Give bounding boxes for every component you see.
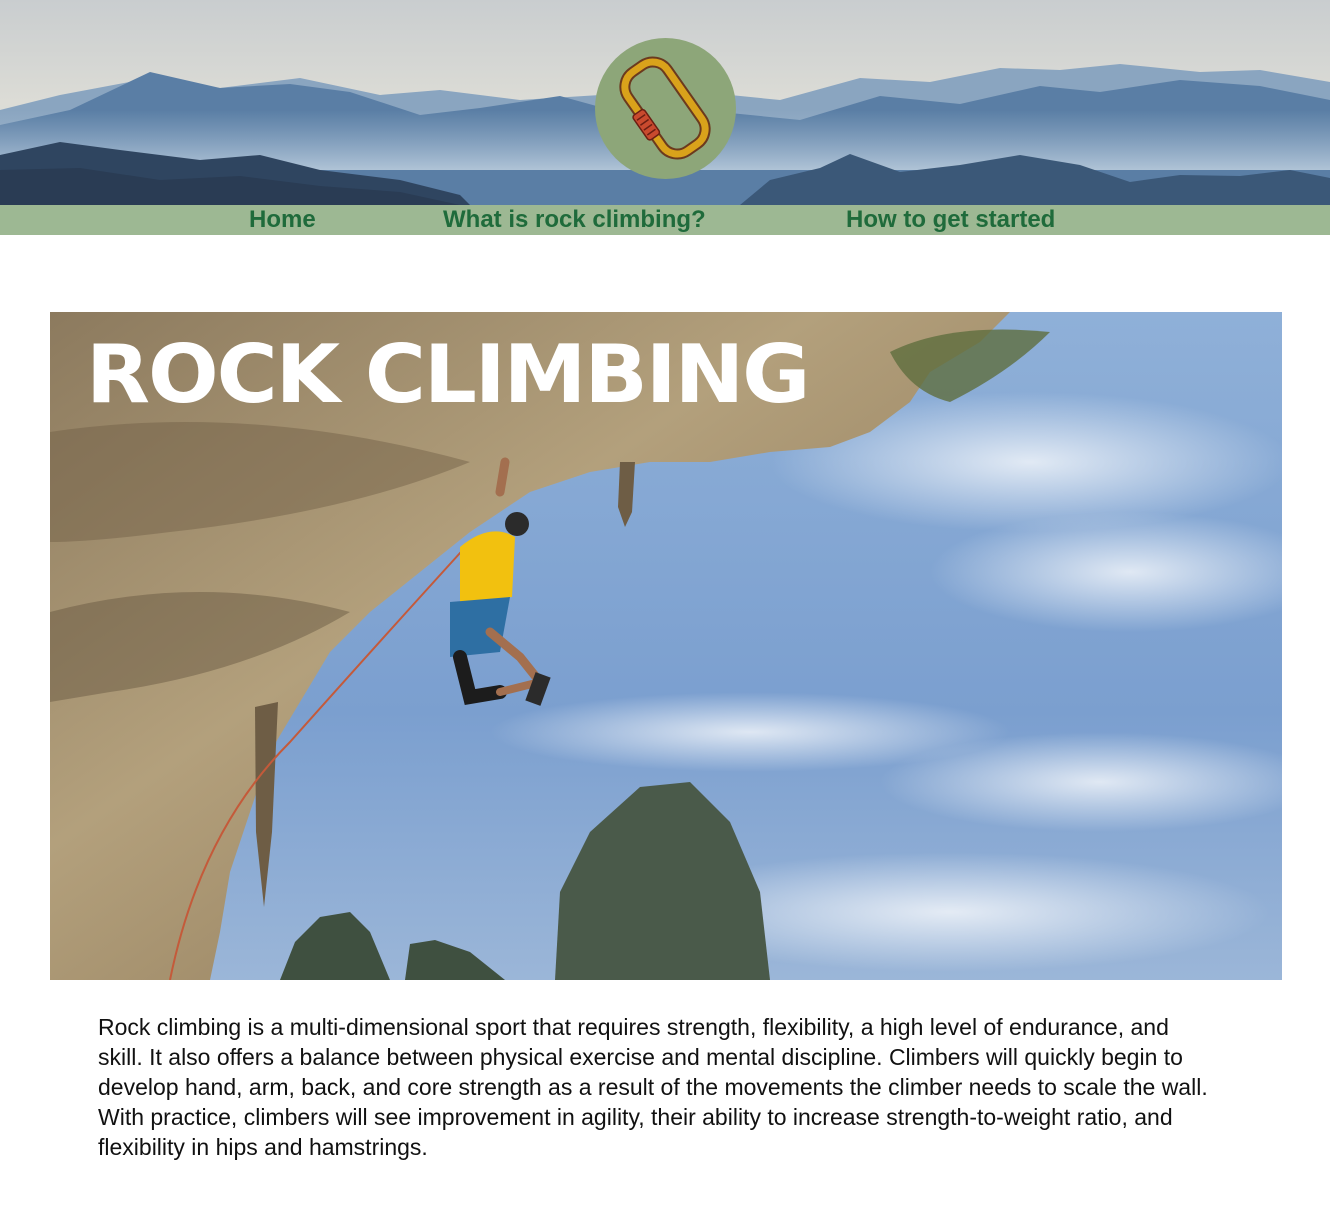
logo[interactable] bbox=[595, 38, 736, 179]
header-banner bbox=[0, 0, 1330, 205]
intro-paragraph: Rock climbing is a multi-dimensional spo… bbox=[98, 1014, 1208, 1160]
nav-link-how-to-get-started[interactable]: How to get started bbox=[846, 205, 1055, 235]
hero-title: ROCK CLIMBING bbox=[86, 328, 810, 421]
hero-image: ROCK CLIMBING bbox=[50, 312, 1282, 980]
nav-link-what-is-rock-climbing[interactable]: What is rock climbing? bbox=[443, 205, 706, 235]
main-nav: Home What is rock climbing? How to get s… bbox=[0, 205, 1330, 235]
carabiner-icon bbox=[619, 56, 711, 160]
nav-link-home[interactable]: Home bbox=[249, 205, 316, 235]
